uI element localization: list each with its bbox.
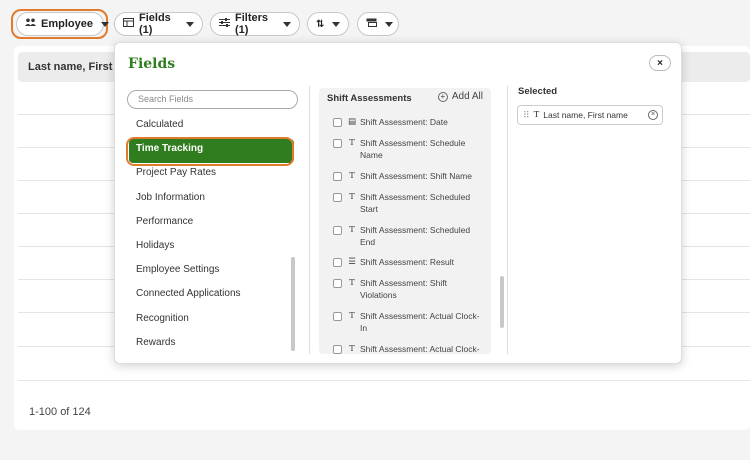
fields-scrollbar[interactable] xyxy=(500,276,504,328)
field-label: Shift Assessment: Result xyxy=(360,257,455,267)
category-item[interactable]: Rewards xyxy=(127,333,298,357)
people-icon xyxy=(25,18,36,30)
category-item[interactable]: Recognition xyxy=(127,309,298,333)
add-all-label: Add All xyxy=(451,91,483,102)
selection-highlight xyxy=(126,137,294,167)
list-icon: ☰ xyxy=(348,257,356,267)
plus-icon: + xyxy=(437,91,448,102)
chevron-down-icon xyxy=(385,21,393,27)
column-divider xyxy=(309,86,310,354)
close-button[interactable]: × xyxy=(649,55,671,71)
text-type-icon: T xyxy=(349,138,355,148)
field-checkbox[interactable] xyxy=(333,226,342,235)
field-checkbox[interactable] xyxy=(333,312,342,321)
group-by-button[interactable] xyxy=(357,12,399,36)
text-type-icon: T xyxy=(349,225,355,235)
fields-label: Fields (1) xyxy=(139,12,171,36)
panel-title: Fields xyxy=(128,56,176,72)
pagination-info: 1-100 of 124 xyxy=(29,406,91,418)
calendar-icon: ▤ xyxy=(347,117,357,127)
chevron-down-icon xyxy=(283,21,291,27)
category-item[interactable]: Connected Applications xyxy=(127,284,298,308)
sort-icon: ⇅ xyxy=(316,18,325,30)
row-divider xyxy=(18,380,750,381)
field-label: Shift Assessment: Date xyxy=(360,117,448,127)
text-type-icon: T xyxy=(349,278,355,288)
field-label: Shift Assessment: Schedule Name xyxy=(360,138,466,160)
category-scrollbar[interactable] xyxy=(291,257,295,351)
text-type-icon: T xyxy=(349,171,355,181)
field-checkbox[interactable] xyxy=(333,279,342,288)
fields-panel: Fields × Search Fields Calculated Time T… xyxy=(114,42,682,364)
columns-icon xyxy=(123,18,134,30)
group-icon xyxy=(366,18,377,30)
page: Employee Fields (1) Filters (1) ⇅ Last n… xyxy=(0,0,750,460)
field-checkbox[interactable] xyxy=(333,139,342,148)
field-checkbox[interactable] xyxy=(333,258,342,267)
close-icon: × xyxy=(657,57,663,69)
group-title: Shift Assessments xyxy=(327,93,412,104)
chevron-down-icon xyxy=(100,21,109,27)
drag-handle-icon[interactable]: ⠿ xyxy=(523,110,530,121)
text-type-icon: T xyxy=(349,344,355,354)
field-label: Shift Assessment: Shift Violations xyxy=(360,278,447,300)
available-fields-list: Shift Assessments + Add All ▤ Shift Asse… xyxy=(319,88,491,354)
category-item[interactable]: Employee Settings xyxy=(127,260,298,284)
employee-button[interactable]: Employee xyxy=(16,12,109,36)
category-item[interactable]: Holidays xyxy=(127,236,298,260)
selected-field-label: Last name, First name xyxy=(543,110,628,120)
text-type-icon: T xyxy=(349,192,355,202)
field-checkbox[interactable] xyxy=(333,118,342,127)
chevron-down-icon xyxy=(332,21,341,27)
employee-label: Employee xyxy=(41,18,93,30)
field-checkbox[interactable] xyxy=(333,193,342,202)
field-label: Shift Assessment: Scheduled End xyxy=(360,225,471,247)
field-label: Shift Assessment: Scheduled Start xyxy=(360,192,471,214)
sort-button[interactable]: ⇅ xyxy=(307,12,349,36)
chevron-down-icon xyxy=(186,21,194,27)
fields-button[interactable]: Fields (1) xyxy=(114,12,203,36)
filters-button[interactable]: Filters (1) xyxy=(210,12,300,36)
field-label: Shift Assessment: Actual Clock-In xyxy=(360,311,480,333)
category-item-selected[interactable]: Time Tracking xyxy=(126,137,294,167)
remove-icon[interactable]: × xyxy=(648,110,658,120)
category-item[interactable]: Performance xyxy=(127,212,298,236)
field-label: Shift Assessment: Shift Name xyxy=(360,171,472,181)
category-item[interactable]: Project Pay Rates xyxy=(127,163,298,187)
selected-header: Selected xyxy=(518,86,558,97)
text-type-icon: T xyxy=(349,311,355,321)
search-fields-input[interactable]: Search Fields xyxy=(127,90,298,109)
sliders-icon xyxy=(219,18,230,30)
column-divider xyxy=(507,86,508,354)
selected-field-chip[interactable]: ⠿ T Last name, First name × xyxy=(517,105,663,125)
field-checkbox[interactable] xyxy=(333,345,342,354)
category-item[interactable]: Calculated xyxy=(127,115,298,139)
add-all-button[interactable]: + Add All xyxy=(437,91,483,102)
text-type-icon: T xyxy=(533,110,540,120)
category-list: Calculated Time Tracking Project Pay Rat… xyxy=(126,115,298,357)
filters-label: Filters (1) xyxy=(235,12,269,36)
field-checkbox[interactable] xyxy=(333,172,342,181)
category-item[interactable]: Job Information xyxy=(127,188,298,212)
field-label: Shift Assessment: Actual Clock- xyxy=(360,344,480,354)
